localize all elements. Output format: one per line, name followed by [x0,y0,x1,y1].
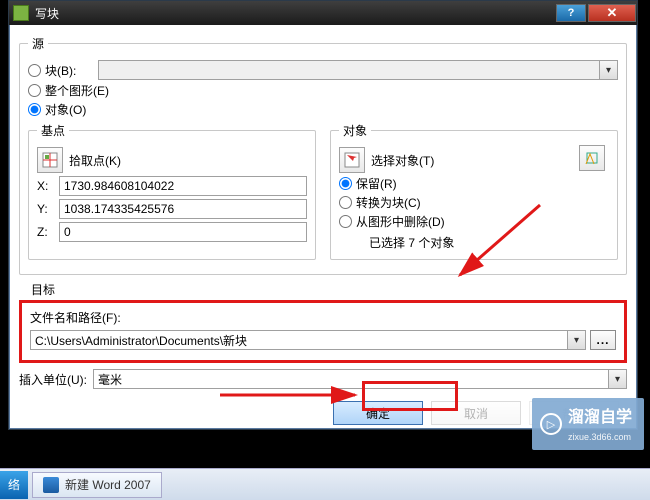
path-combo[interactable]: C:\Users\Administrator\Documents\新块 [30,330,586,350]
write-block-dialog: 写块 ? ✕ 源 块(B): 整个图形(E) [8,0,638,430]
target-group-wrapper: 目标 文件名和路径(F): C:\Users\Administrator\Doc… [19,281,627,389]
app-icon [13,5,29,21]
play-icon [540,413,562,435]
titlebar[interactable]: 写块 ? ✕ [9,1,637,25]
radio-convert-input[interactable] [339,196,352,209]
chevron-down-icon[interactable] [608,370,626,388]
watermark: 溜溜自学 zixue.3d66.com [532,398,644,450]
window-title: 写块 [35,5,555,22]
radio-delete[interactable]: 从图形中删除(D) [339,213,445,230]
source-legend: 源 [28,35,48,52]
basepoint-legend: 基点 [37,122,69,139]
radio-retain-input[interactable] [339,177,352,190]
quick-select-button[interactable] [579,145,605,171]
radio-block-input[interactable] [28,64,41,77]
radio-entire-drawing[interactable]: 整个图形(E) [28,82,109,99]
source-group: 源 块(B): 整个图形(E) 对 [19,35,627,275]
browse-button[interactable]: ... [590,330,616,350]
radio-entire-input[interactable] [28,84,41,97]
select-objects-label: 选择对象(T) [371,152,434,169]
chevron-down-icon[interactable] [599,61,617,79]
selection-status: 已选择 7 个对象 [369,234,609,251]
radio-convert[interactable]: 转换为块(C) [339,194,421,211]
taskbar-item-word[interactable]: 新建 Word 2007 [32,472,162,498]
cancel-button[interactable]: 取消 [431,401,521,425]
help-titlebar-button[interactable]: ? [556,4,586,22]
radio-objects-input[interactable] [28,103,41,116]
objects-group: 对象 选择对象(T) 保留(R) [330,122,618,260]
taskbar-item-1[interactable]: 络 [0,471,28,499]
y-label: Y: [37,202,59,216]
path-label: 文件名和路径(F): [30,309,616,326]
pick-point-label: 拾取点(K) [69,152,121,169]
radio-retain[interactable]: 保留(R) [339,175,397,192]
target-legend: 目标 [27,281,59,298]
chevron-down-icon[interactable] [567,331,585,349]
word-icon [43,477,59,493]
units-label: 插入单位(U): [19,371,87,388]
dialog-content: 源 块(B): 整个图形(E) 对 [9,25,637,433]
y-input[interactable] [59,199,307,219]
z-input[interactable] [59,222,307,242]
select-objects-button[interactable] [339,147,365,173]
radio-objects[interactable]: 对象(O) [28,101,86,118]
path-value: C:\Users\Administrator\Documents\新块 [35,332,247,349]
ok-button[interactable]: 确定 [333,401,423,425]
radio-block[interactable]: 块(B): [28,62,76,79]
block-name-combo[interactable] [98,60,618,80]
units-combo[interactable]: 毫米 [93,369,627,389]
objects-legend: 对象 [339,122,371,139]
pick-point-button[interactable] [37,147,63,173]
close-button[interactable]: ✕ [588,4,636,22]
target-highlight-box: 文件名和路径(F): C:\Users\Administrator\Docume… [19,300,627,363]
taskbar[interactable]: 络 新建 Word 2007 [0,468,650,500]
radio-delete-input[interactable] [339,215,352,228]
basepoint-group: 基点 拾取点(K) X: Y: [28,122,316,260]
x-input[interactable] [59,176,307,196]
units-value: 毫米 [98,371,122,388]
x-label: X: [37,179,59,193]
z-label: Z: [37,225,59,239]
